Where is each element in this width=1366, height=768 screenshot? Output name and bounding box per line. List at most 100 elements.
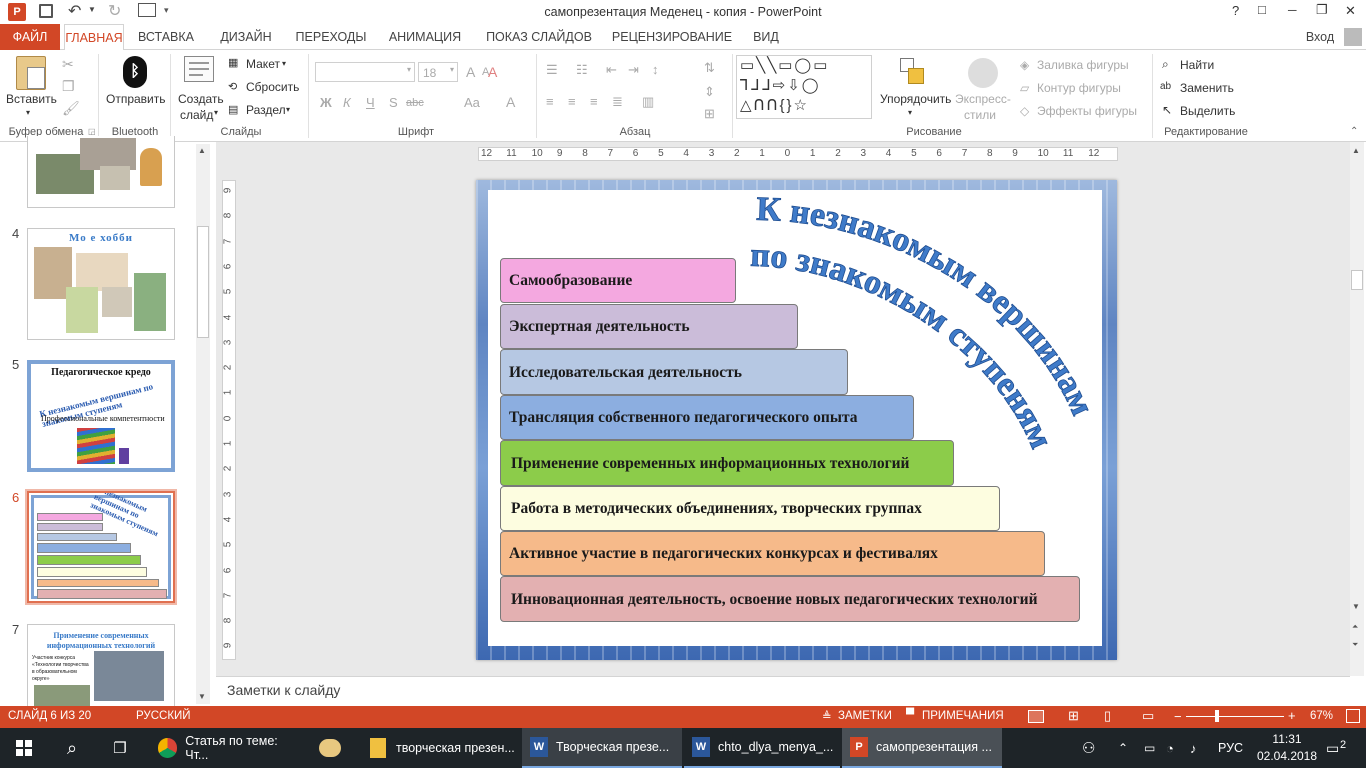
step-research-activity[interactable]: Исследовательская деятельность (500, 349, 848, 395)
shape-outline-button[interactable]: Контур фигуры (1037, 81, 1121, 95)
step-expert-activity[interactable]: Экспертная деятельность (500, 304, 798, 349)
notes-pane[interactable]: Заметки к слайду (216, 676, 1350, 706)
thumbnail-scrollbar[interactable]: ▲ ▼ (196, 144, 210, 704)
search-icon[interactable]: ⌕ (48, 728, 96, 768)
taskbar-item-paint[interactable] (310, 728, 350, 768)
signin-link[interactable]: Вход (1300, 24, 1340, 50)
new-slide-button-line2[interactable]: слайд (180, 108, 213, 122)
align-text-icon[interactable]: ⇕ (704, 84, 715, 100)
step-contests-festivals[interactable]: Активное участие в педагогических конкур… (500, 531, 1045, 576)
zoom-out-icon[interactable]: − (1174, 709, 1182, 724)
editor-scrollbar[interactable]: ▲ ▼ ⏶ ⏷ (1350, 142, 1364, 676)
numbering-icon[interactable]: ☷ (576, 62, 588, 78)
cut-icon[interactable]: ✂ (62, 56, 74, 73)
step-sharing-experience[interactable]: Трансляция собственного педагогического … (500, 395, 914, 440)
clock-time[interactable]: 11:31 (1262, 732, 1312, 746)
scroll-up-arrow[interactable]: ▲ (1352, 146, 1360, 155)
layout-dropdown-icon[interactable]: ▾ (282, 59, 286, 68)
close-button[interactable]: ✕ (1345, 3, 1356, 19)
next-slide-icon[interactable]: ⏷ (1352, 640, 1358, 650)
replace-button[interactable]: Заменить (1180, 81, 1234, 95)
arrange-icon[interactable] (898, 58, 928, 88)
scroll-thumb[interactable] (1351, 270, 1363, 290)
task-view-icon[interactable]: ❐ (96, 728, 144, 768)
tab-file[interactable]: ФАЙЛ (0, 24, 60, 50)
start-button[interactable] (0, 728, 48, 768)
volume-icon[interactable]: ♪ (1190, 728, 1206, 768)
maximize-button[interactable]: ❐ (1316, 2, 1328, 18)
tab-transitions[interactable]: ПЕРЕХОДЫ (290, 24, 372, 50)
new-slide-button[interactable]: Создать (178, 92, 224, 106)
tab-home[interactable]: ГЛАВНАЯ (64, 24, 124, 51)
slide-thumbnail-5[interactable]: Педагогическое кредо К незнакомым вершин… (27, 360, 175, 472)
tab-slideshow[interactable]: ПОКАЗ СЛАЙДОВ (480, 24, 598, 50)
step-innovation[interactable]: Инновационная деятельность, освоение нов… (500, 576, 1080, 622)
input-language[interactable]: РУС (1218, 728, 1246, 768)
normal-view-icon[interactable] (1028, 710, 1044, 723)
new-slide-icon[interactable] (184, 56, 214, 82)
font-name-input[interactable]: ▾ (315, 62, 415, 82)
zoom-slider-thumb[interactable] (1215, 710, 1219, 722)
step-self-education[interactable]: Самообразование (500, 258, 736, 303)
taskbar-item-word-1[interactable]: W Творческая презе... (522, 728, 682, 768)
grow-font-button[interactable]: A (466, 64, 475, 80)
slide-canvas[interactable]: К незнакомым вершинам по знакомым ступен… (476, 180, 1117, 660)
copy-icon[interactable]: ❐ (62, 78, 75, 95)
step-methodical-groups[interactable]: Работа в методических объединениях, твор… (500, 486, 1000, 531)
smartart-icon[interactable]: ⊞ (704, 106, 715, 122)
quick-styles-button-line2[interactable]: стили (964, 108, 996, 122)
ribbon-display-button[interactable]: □ (1258, 2, 1266, 17)
align-left-icon[interactable]: ≡ (546, 94, 554, 109)
shadow-button[interactable]: S (389, 95, 398, 110)
clear-format-button[interactable]: A (488, 64, 497, 80)
wifi-icon[interactable]: ◔ (1166, 728, 1182, 768)
arrange-button[interactable]: Упорядочить (880, 92, 951, 106)
strikethrough-button[interactable]: abc (406, 97, 424, 109)
shape-effects-button[interactable]: Эффекты фигуры (1037, 104, 1137, 118)
layout-button[interactable]: Макет (246, 57, 280, 71)
paste-dropdown-icon[interactable]: ▾ (26, 108, 30, 117)
user-avatar-icon[interactable] (1344, 28, 1362, 46)
tab-review[interactable]: РЕЦЕНЗИРОВАНИЕ (608, 24, 736, 50)
zoom-in-icon[interactable]: + (1288, 708, 1296, 723)
increase-indent-icon[interactable]: ⇥ (628, 62, 639, 78)
new-slide-dropdown-icon[interactable]: ▾ (214, 108, 218, 117)
bold-button[interactable]: Ж (320, 95, 332, 110)
bullets-icon[interactable]: ☰ (546, 62, 558, 78)
language-indicator[interactable]: РУССКИЙ (136, 710, 191, 722)
quick-styles-button[interactable]: Экспресс- (955, 92, 1011, 106)
shapes-gallery[interactable]: ▭╲╲▭◯▭ ⅂ᒧᒧ⇨⇩◯ △ᑎᑎ{}☆ (736, 55, 872, 119)
zoom-slider[interactable] (1186, 710, 1284, 722)
taskbar-item-chrome[interactable]: Статья по теме: Чт... (150, 728, 300, 768)
section-button[interactable]: Раздел (246, 103, 286, 117)
decrease-indent-icon[interactable]: ⇤ (606, 62, 617, 78)
clock-date[interactable]: 02.04.2018 (1256, 749, 1318, 763)
zoom-level[interactable]: 67% (1310, 710, 1333, 722)
bluetooth-send-button[interactable]: Отправить (106, 92, 166, 106)
format-painter-icon[interactable]: 🖌 (62, 100, 80, 117)
italic-button[interactable]: К (343, 95, 351, 110)
notes-toggle-button[interactable]: ЗАМЕТКИ (838, 710, 892, 722)
slide-thumbnail-4[interactable]: Мо е хобби (27, 228, 175, 340)
taskbar-item-explorer[interactable]: творческая презен... (362, 728, 518, 768)
tray-overflow-icon[interactable]: ⌃ (1118, 728, 1134, 768)
select-button[interactable]: Выделить (1180, 104, 1235, 118)
tab-animation[interactable]: АНИМАЦИЯ (380, 24, 470, 50)
find-button[interactable]: Найти (1180, 58, 1214, 72)
tab-view[interactable]: ВИД (746, 24, 786, 50)
paste-button[interactable]: Вставить (6, 92, 57, 106)
scroll-thumb[interactable] (197, 226, 209, 338)
tab-insert[interactable]: ВСТАВКА (130, 24, 202, 50)
font-size-input[interactable]: 18 ▾ (418, 62, 458, 82)
scroll-down-arrow[interactable]: ▼ (198, 692, 206, 701)
align-center-icon[interactable]: ≡ (568, 94, 576, 109)
slide-sorter-icon[interactable]: ⊞ (1068, 708, 1079, 724)
collapse-ribbon-icon[interactable]: ⌃ (1350, 126, 1358, 137)
scroll-up-arrow[interactable]: ▲ (198, 146, 206, 155)
comments-toggle-button[interactable]: ПРИМЕЧАНИЯ (922, 710, 1004, 722)
slide-thumbnail-7[interactable]: Применение современных информационных те… (27, 624, 175, 714)
arrange-dropdown-icon[interactable]: ▾ (908, 108, 912, 117)
shape-fill-button[interactable]: Заливка фигуры (1037, 58, 1129, 72)
clipboard-launcher-icon[interactable]: ◲ (88, 127, 96, 136)
align-right-icon[interactable]: ≡ (590, 94, 598, 109)
